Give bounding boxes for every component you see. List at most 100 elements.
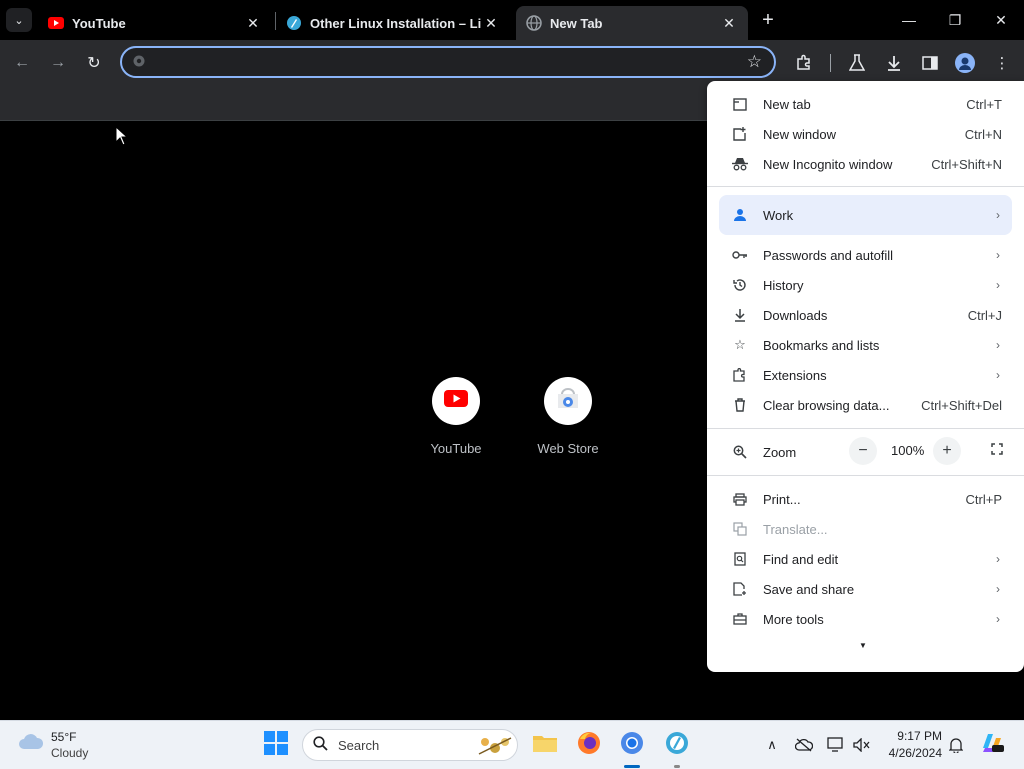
search-highlight-icon xyxy=(475,734,515,761)
chevron-up-icon[interactable]: ∧ xyxy=(762,735,782,755)
menu-divider xyxy=(707,475,1024,476)
menu-label: Translate... xyxy=(763,521,828,537)
file-explorer-button[interactable] xyxy=(531,731,559,759)
youtube-icon xyxy=(444,390,468,412)
restore-icon: ❐ xyxy=(948,11,962,28)
folder-icon xyxy=(532,732,558,759)
menu-label: New Incognito window xyxy=(763,156,893,172)
web-store-icon xyxy=(556,387,580,415)
menu-extensions[interactable]: Extensions › xyxy=(707,360,1024,390)
bookmark-star-icon[interactable]: ☆ xyxy=(747,52,762,72)
chevron-right-icon: › xyxy=(996,278,1000,292)
menu-label: History xyxy=(763,277,804,293)
profile-avatar[interactable] xyxy=(955,53,975,73)
labs-flask-icon[interactable] xyxy=(845,51,869,75)
printer-icon xyxy=(731,490,749,508)
menu-save-share[interactable]: Save and share › xyxy=(707,574,1024,604)
menu-label: Clear browsing data... xyxy=(763,397,890,413)
cloud-icon[interactable] xyxy=(18,733,44,751)
tab-search-button[interactable]: ⌄ xyxy=(6,8,32,32)
clock-time[interactable]: 9:17 PM xyxy=(894,729,942,743)
side-panel-icon[interactable] xyxy=(918,51,942,75)
menu-profile-work[interactable]: Work › xyxy=(707,200,1024,230)
menu-translate[interactable]: Translate... xyxy=(707,514,1024,544)
weather-condition[interactable]: Cloudy xyxy=(51,746,88,760)
menu-find-edit[interactable]: Find and edit › xyxy=(707,544,1024,574)
copilot-button[interactable] xyxy=(978,731,1006,759)
menu-shortcut: Ctrl+T xyxy=(966,96,1002,112)
history-icon xyxy=(731,276,749,294)
menu-new-incognito[interactable]: New Incognito window Ctrl+Shift+N xyxy=(707,149,1024,179)
menu-passwords[interactable]: Passwords and autofill › xyxy=(707,240,1024,270)
tab-title: Other Linux Installation – Libre xyxy=(310,15,482,31)
fullscreen-button[interactable] xyxy=(983,437,1011,465)
scroll-down-icon[interactable]: ▼ xyxy=(859,641,867,650)
key-icon xyxy=(731,246,749,264)
shortcut-tile xyxy=(544,377,592,425)
speaker-muted-icon[interactable] xyxy=(852,735,872,755)
menu-history[interactable]: History › xyxy=(707,270,1024,300)
menu-new-tab[interactable]: New tab Ctrl+T xyxy=(707,89,1024,119)
toolbar: ← → ↻ ☆ ⋮ xyxy=(0,40,1024,86)
chrome-button[interactable] xyxy=(618,731,646,759)
find-page-icon xyxy=(731,550,749,568)
weather-temperature[interactable]: 55°F xyxy=(51,730,76,744)
menu-new-window[interactable]: New window Ctrl+N xyxy=(707,119,1024,149)
tab-new-tab[interactable]: New Tab ✕ xyxy=(516,6,748,40)
zoom-level: 100% xyxy=(891,443,925,458)
chevron-right-icon: › xyxy=(996,208,1000,222)
downloads-icon[interactable] xyxy=(882,51,906,75)
menu-label: Passwords and autofill xyxy=(763,247,894,263)
menu-shortcut: Ctrl+Shift+Del xyxy=(921,397,1002,413)
menu-divider xyxy=(707,186,1024,187)
chevron-right-icon: › xyxy=(996,552,1000,566)
new-tab-button[interactable]: + xyxy=(756,9,780,31)
onedrive-offline-icon[interactable] xyxy=(794,735,814,755)
zoom-out-button[interactable]: − xyxy=(849,437,877,465)
new-tab-icon xyxy=(731,95,749,113)
close-window-button[interactable]: ✕ xyxy=(978,0,1024,40)
zoom-in-button[interactable]: + xyxy=(933,437,961,465)
menu-downloads[interactable]: Downloads Ctrl+J xyxy=(707,300,1024,330)
youtube-icon xyxy=(48,15,64,31)
chrome-menu: New tab Ctrl+T New window Ctrl+N New Inc… xyxy=(707,81,1024,672)
menu-clear-data[interactable]: Clear browsing data... Ctrl+Shift+Del xyxy=(707,390,1024,420)
back-button[interactable]: ← xyxy=(8,49,36,77)
minimize-button[interactable]: — xyxy=(886,0,932,40)
extensions-icon[interactable] xyxy=(792,51,816,75)
clock-date[interactable]: 4/26/2024 xyxy=(884,746,942,760)
translate-icon xyxy=(731,520,749,538)
menu-print[interactable]: Print... Ctrl+P xyxy=(707,484,1024,514)
close-icon[interactable]: ✕ xyxy=(482,14,500,32)
chevron-right-icon: › xyxy=(996,582,1000,596)
address-input[interactable] xyxy=(154,52,738,74)
menu-label: New window xyxy=(763,126,836,142)
address-bar[interactable]: ☆ xyxy=(120,46,776,78)
firefox-icon xyxy=(577,731,601,760)
taskbar-search[interactable]: Search xyxy=(302,729,518,761)
tab-libreelec[interactable]: Other Linux Installation – Libre ✕ xyxy=(276,6,510,40)
close-icon: ✕ xyxy=(995,11,1007,28)
shortcut-youtube[interactable]: YouTube xyxy=(411,377,501,456)
firefox-button[interactable] xyxy=(575,731,603,759)
shortcut-web-store[interactable]: Web Store xyxy=(523,377,613,456)
start-button[interactable] xyxy=(262,730,290,759)
close-icon[interactable]: ✕ xyxy=(720,14,738,32)
forward-button[interactable]: → xyxy=(44,49,72,77)
libreelec-taskbar-button[interactable] xyxy=(663,731,691,759)
network-display-icon[interactable] xyxy=(826,735,846,755)
download-icon xyxy=(731,306,749,324)
kebab-menu-icon[interactable]: ⋮ xyxy=(990,51,1014,75)
chevron-right-icon: › xyxy=(996,338,1000,352)
menu-label: Print... xyxy=(763,491,801,507)
menu-divider xyxy=(707,428,1024,429)
tab-youtube[interactable]: YouTube ✕ xyxy=(38,6,272,40)
notification-bell-icon[interactable] xyxy=(946,735,966,755)
close-icon[interactable]: ✕ xyxy=(244,14,262,32)
plus-icon: + xyxy=(762,8,774,31)
reload-button[interactable]: ↻ xyxy=(80,49,108,77)
restore-button[interactable]: ❐ xyxy=(932,0,978,40)
menu-more-tools[interactable]: More tools › xyxy=(707,604,1024,634)
mouse-cursor-icon xyxy=(115,125,129,151)
menu-bookmarks[interactable]: ☆ Bookmarks and lists › xyxy=(707,330,1024,360)
